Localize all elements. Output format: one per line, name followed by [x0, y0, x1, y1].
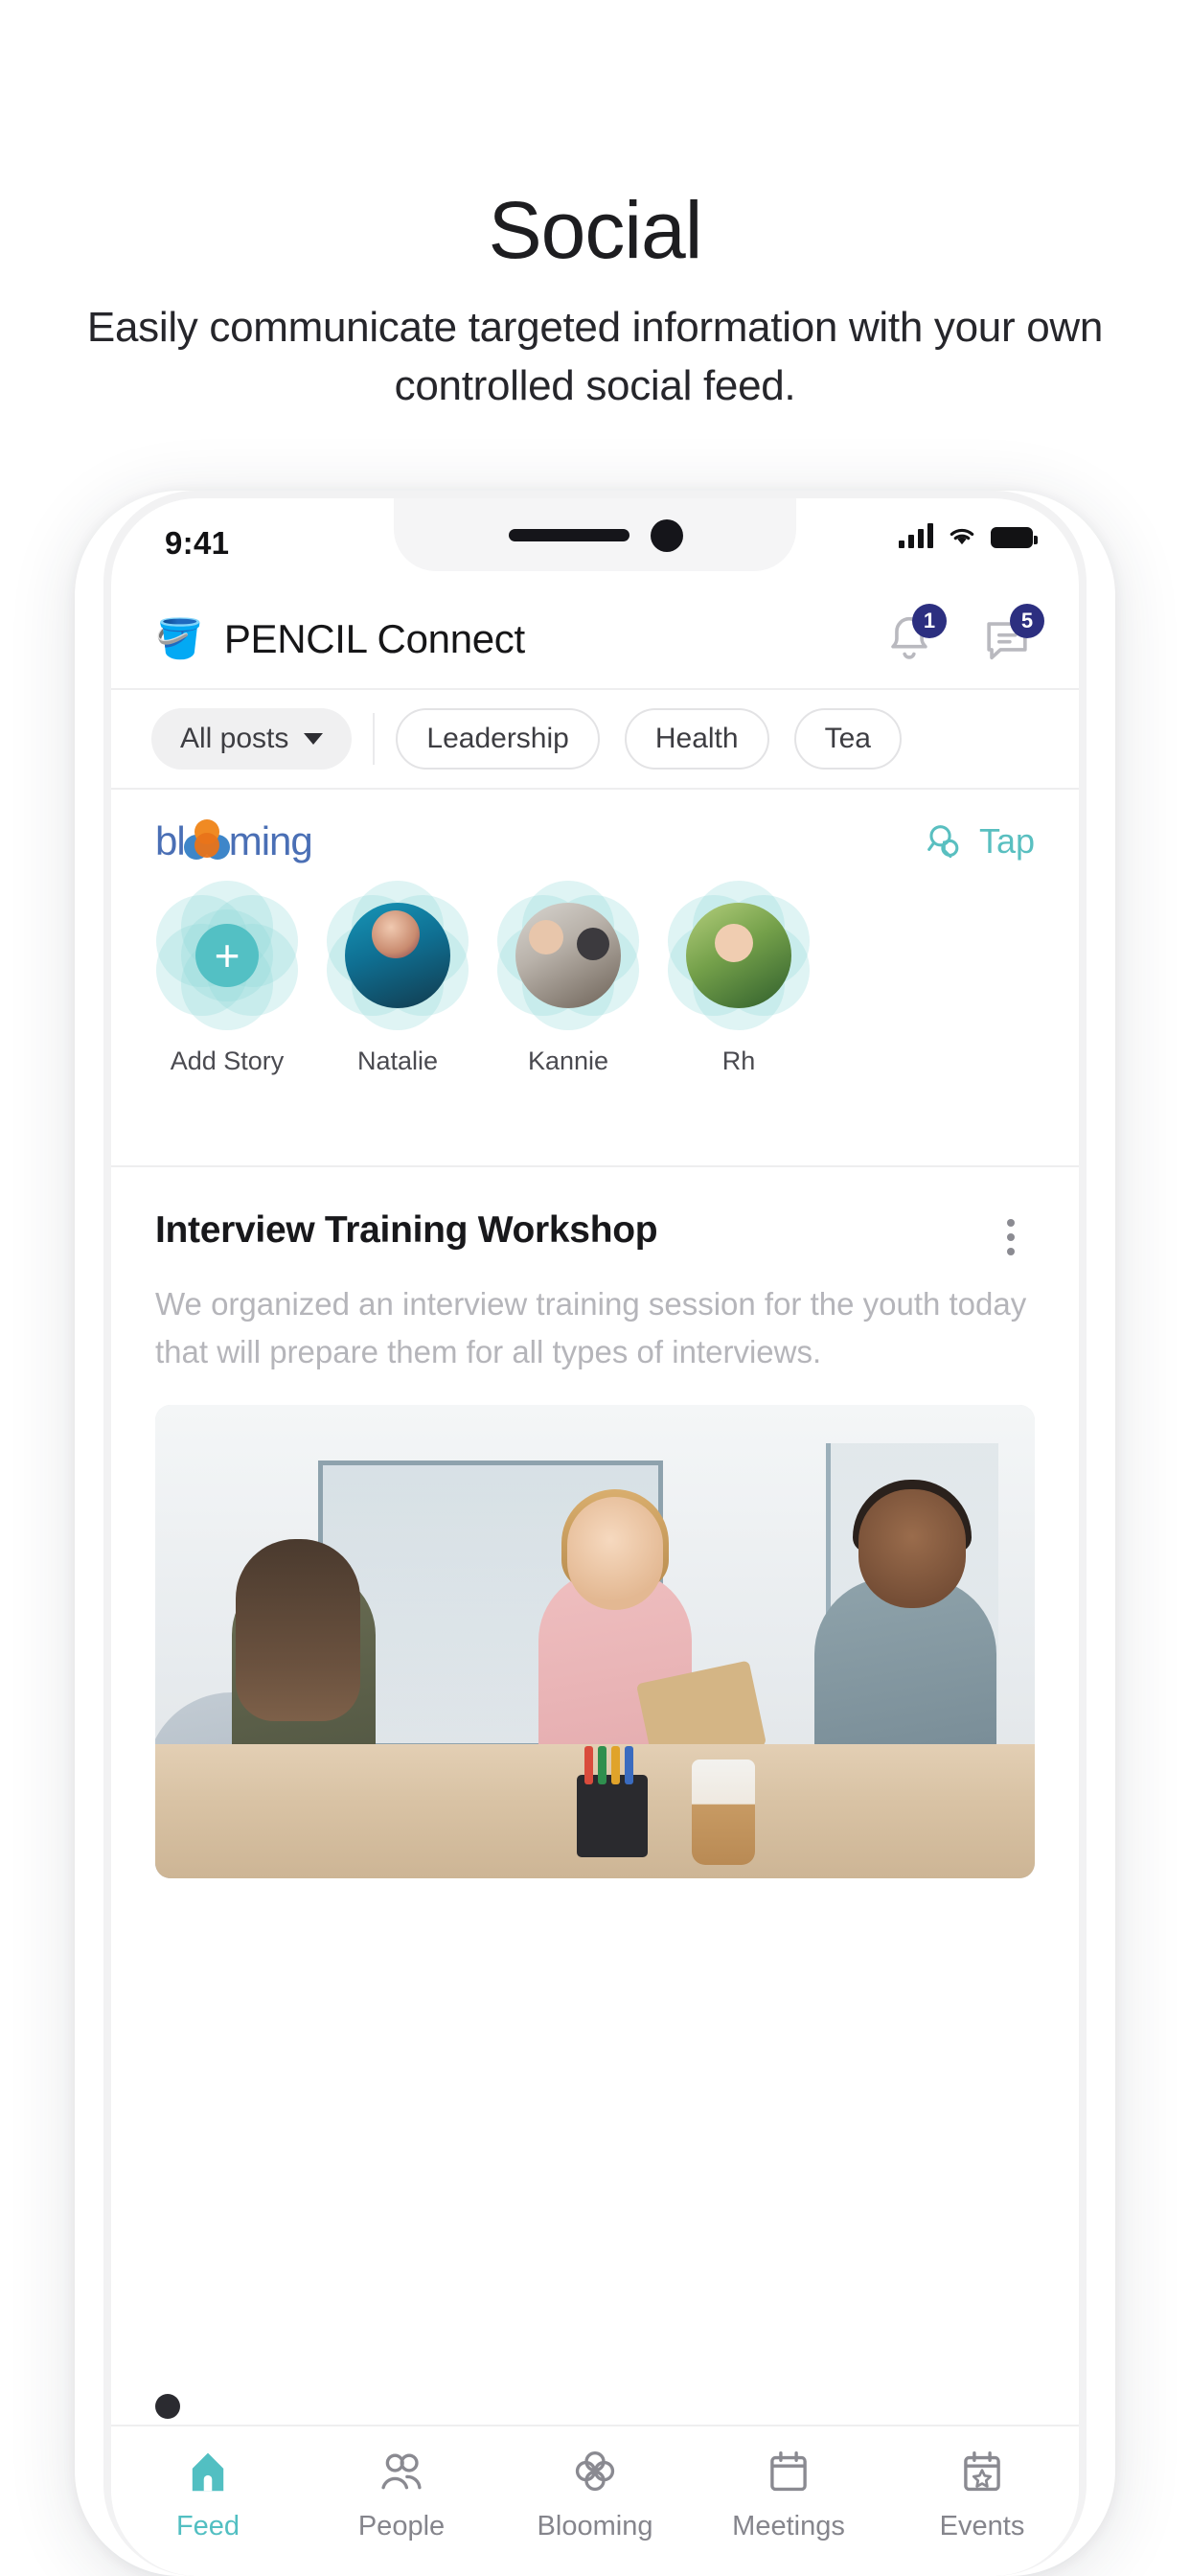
phone-mockup: 9:41 🪣 PENCIL Connect 1 5 All posts Lead… — [75, 491, 1115, 2576]
story-label: Natalie — [356, 1046, 439, 1075]
app-title: PENCIL Connect — [223, 616, 525, 661]
calendar-star-icon — [964, 2450, 1000, 2492]
post-body: We organized an interview training sessi… — [155, 1286, 1027, 1370]
reaction-icon — [155, 2394, 180, 2419]
tab-blooming[interactable]: Blooming — [498, 2446, 692, 2542]
app-header: 🪣 PENCIL Connect 1 5 — [111, 590, 1079, 690]
story-avatar — [686, 903, 791, 1008]
wifi-icon — [950, 528, 974, 545]
filter-chip-team[interactable]: Tea — [793, 708, 902, 770]
filter-chip-label: Leadership — [426, 723, 569, 754]
tap-label: Tap — [978, 821, 1035, 861]
stories-list[interactable]: + Add Story Natalie Kannie Rh — [111, 864, 1079, 1076]
cellular-signal-icon — [899, 521, 933, 548]
status-indicators — [899, 521, 1038, 548]
post-header: Interview Training Workshop — [155, 1209, 1035, 1255]
story-label: Add Story — [170, 1046, 285, 1075]
post-image[interactable] — [155, 1405, 1035, 1879]
tab-feed[interactable]: Feed — [111, 2446, 305, 2542]
post-reactions[interactable] — [155, 2394, 180, 2419]
story-label: Rh — [721, 1046, 756, 1075]
filter-chip-health[interactable]: Health — [624, 708, 769, 770]
story-avatar: + — [174, 903, 280, 1008]
battery-icon — [991, 527, 1038, 548]
story-label: Kannie — [527, 1046, 609, 1075]
filter-bar: All posts Leadership Health Tea — [111, 690, 1079, 790]
photo-person-left-head — [236, 1539, 360, 1722]
messages-badge: 5 — [1010, 604, 1044, 638]
page-title: Social — [488, 185, 703, 275]
phone-body: 9:41 🪣 PENCIL Connect 1 5 All posts Lead… — [103, 491, 1087, 2576]
filter-all-posts[interactable]: All posts — [151, 708, 353, 770]
kebab-menu-icon[interactable] — [987, 1209, 1035, 1255]
filter-chip-leadership[interactable]: Leadership — [396, 708, 600, 770]
tab-label: Blooming — [537, 2511, 653, 2542]
story-ring: + — [151, 880, 303, 1031]
story-ring — [492, 880, 644, 1031]
tab-meetings[interactable]: Meetings — [692, 2446, 885, 2542]
filter-all-posts-label: All posts — [180, 723, 289, 754]
story-avatar — [515, 903, 621, 1008]
tab-label: Events — [939, 2511, 1025, 2542]
story-avatar — [345, 903, 450, 1008]
filter-chip-label: Health — [654, 723, 739, 754]
avatar — [515, 903, 621, 1008]
tab-people[interactable]: People — [305, 2446, 498, 2542]
story-ring — [322, 880, 473, 1031]
home-icon — [192, 2452, 224, 2492]
blooming-clover-icon — [575, 2450, 615, 2492]
story-ring — [663, 880, 814, 1031]
front-camera — [651, 519, 683, 552]
people-icon — [381, 2453, 422, 2490]
story-item-kannie[interactable]: Kannie — [492, 880, 644, 1076]
stories-header: bl ming Tap — [111, 790, 1079, 864]
page-subtitle: Easily communicate targeted information … — [86, 304, 1104, 409]
chevron-down-icon — [304, 733, 324, 745]
calendar-icon — [770, 2450, 807, 2492]
photo-person-right-head — [858, 1489, 966, 1609]
tab-events[interactable]: Events — [885, 2446, 1079, 2542]
messages-button[interactable]: 5 — [979, 604, 1044, 667]
blooming-flower-icon — [183, 819, 230, 862]
story-item-add[interactable]: + Add Story — [151, 880, 303, 1076]
status-time: 9:41 — [165, 525, 230, 561]
avatar — [345, 903, 450, 1008]
tab-label: Meetings — [732, 2511, 845, 2542]
filter-chip-label: Tea — [824, 723, 871, 754]
blooming-logo-left: bl — [155, 818, 186, 863]
avatar — [686, 903, 791, 1008]
tap-button[interactable]: Tap — [922, 819, 1035, 863]
tab-label: People — [357, 2511, 446, 2542]
pencil-cup-icon: 🪣 — [155, 618, 203, 660]
status-bar: 9:41 — [111, 498, 1079, 590]
notifications-badge: 1 — [912, 604, 947, 638]
app-brand: 🪣 PENCIL Connect — [155, 616, 881, 662]
filter-divider — [373, 713, 376, 765]
bottom-navigation: Feed People Blooming Meetings Events — [111, 2425, 1079, 2576]
speaker-grille — [509, 529, 629, 541]
phone-screen: 9:41 🪣 PENCIL Connect 1 5 All posts Lead… — [111, 498, 1079, 2576]
feed-post: Interview Training Workshop We organized… — [111, 1167, 1079, 2425]
promo-header: Social Easily communicate targeted infor… — [0, 0, 1190, 416]
post-title: Interview Training Workshop — [155, 1209, 658, 1251]
story-item-rh[interactable]: Rh — [663, 880, 814, 1076]
tab-label: Feed — [175, 2511, 240, 2542]
story-item-natalie[interactable]: Natalie — [322, 880, 473, 1076]
phone-notch — [394, 498, 796, 571]
blooming-logo-right: ming — [228, 818, 313, 863]
blooming-logo: bl ming — [155, 818, 313, 864]
stories-section: bl ming Tap + Add Story Natalie Kannie R… — [111, 790, 1079, 1167]
tap-search-icon — [927, 825, 959, 859]
plus-icon: + — [195, 924, 259, 987]
photo-pencil-cup — [577, 1746, 648, 1858]
notifications-button[interactable]: 1 — [881, 604, 947, 667]
header-actions: 1 5 — [881, 604, 1044, 667]
photo-coffee-cup — [692, 1760, 755, 1866]
photo-person-center-head — [567, 1497, 663, 1611]
